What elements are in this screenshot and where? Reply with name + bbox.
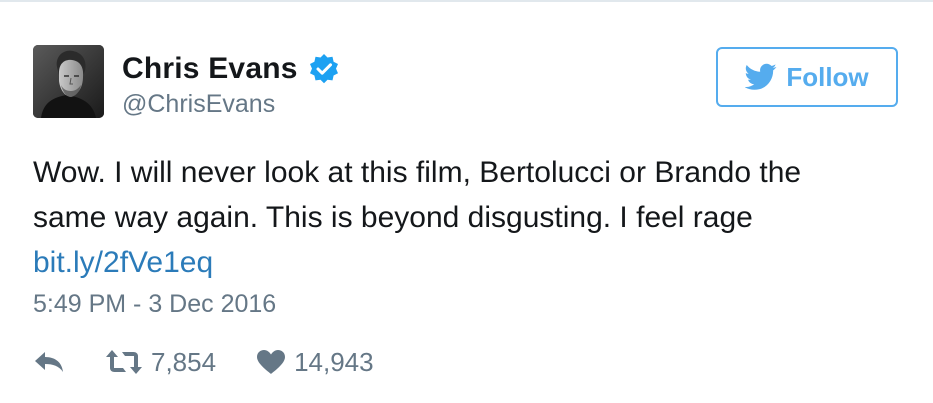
- retweet-button[interactable]: 7,854: [105, 347, 216, 378]
- follow-button[interactable]: Follow: [716, 47, 898, 107]
- avatar-photo-icon: [33, 45, 104, 118]
- tweet-text-line: Wow. I will never look at this film, Ber…: [33, 156, 802, 189]
- like-count: 14,943: [294, 346, 374, 377]
- tweet-card: Chris Evans @ChrisEvans Follow Wow. I wi…: [0, 0, 933, 403]
- tweet-text: Wow. I will never look at this film, Ber…: [33, 150, 883, 285]
- tweet-actions: 7,854 14,943: [33, 344, 374, 380]
- follow-button-label: Follow: [786, 61, 869, 92]
- retweet-count: 7,854: [151, 346, 217, 377]
- tweet-text-line: same way again. This is beyond disgustin…: [33, 201, 753, 234]
- verified-badge-icon: [308, 53, 340, 85]
- tweet-timestamp[interactable]: 5:49 PM - 3 Dec 2016: [33, 290, 276, 319]
- tweet-link[interactable]: bit.ly/2fVe1eq: [33, 240, 883, 285]
- twitter-bird-icon: [744, 63, 777, 91]
- like-button[interactable]: 14,943: [256, 347, 374, 378]
- display-name[interactable]: Chris Evans: [122, 52, 298, 86]
- heart-icon: [256, 349, 286, 375]
- user-name-row: Chris Evans: [122, 51, 340, 87]
- reply-icon: [33, 350, 65, 374]
- user-handle[interactable]: @ChrisEvans: [122, 90, 275, 119]
- avatar[interactable]: [33, 45, 104, 118]
- reply-button[interactable]: [33, 350, 65, 374]
- retweet-icon: [105, 349, 143, 375]
